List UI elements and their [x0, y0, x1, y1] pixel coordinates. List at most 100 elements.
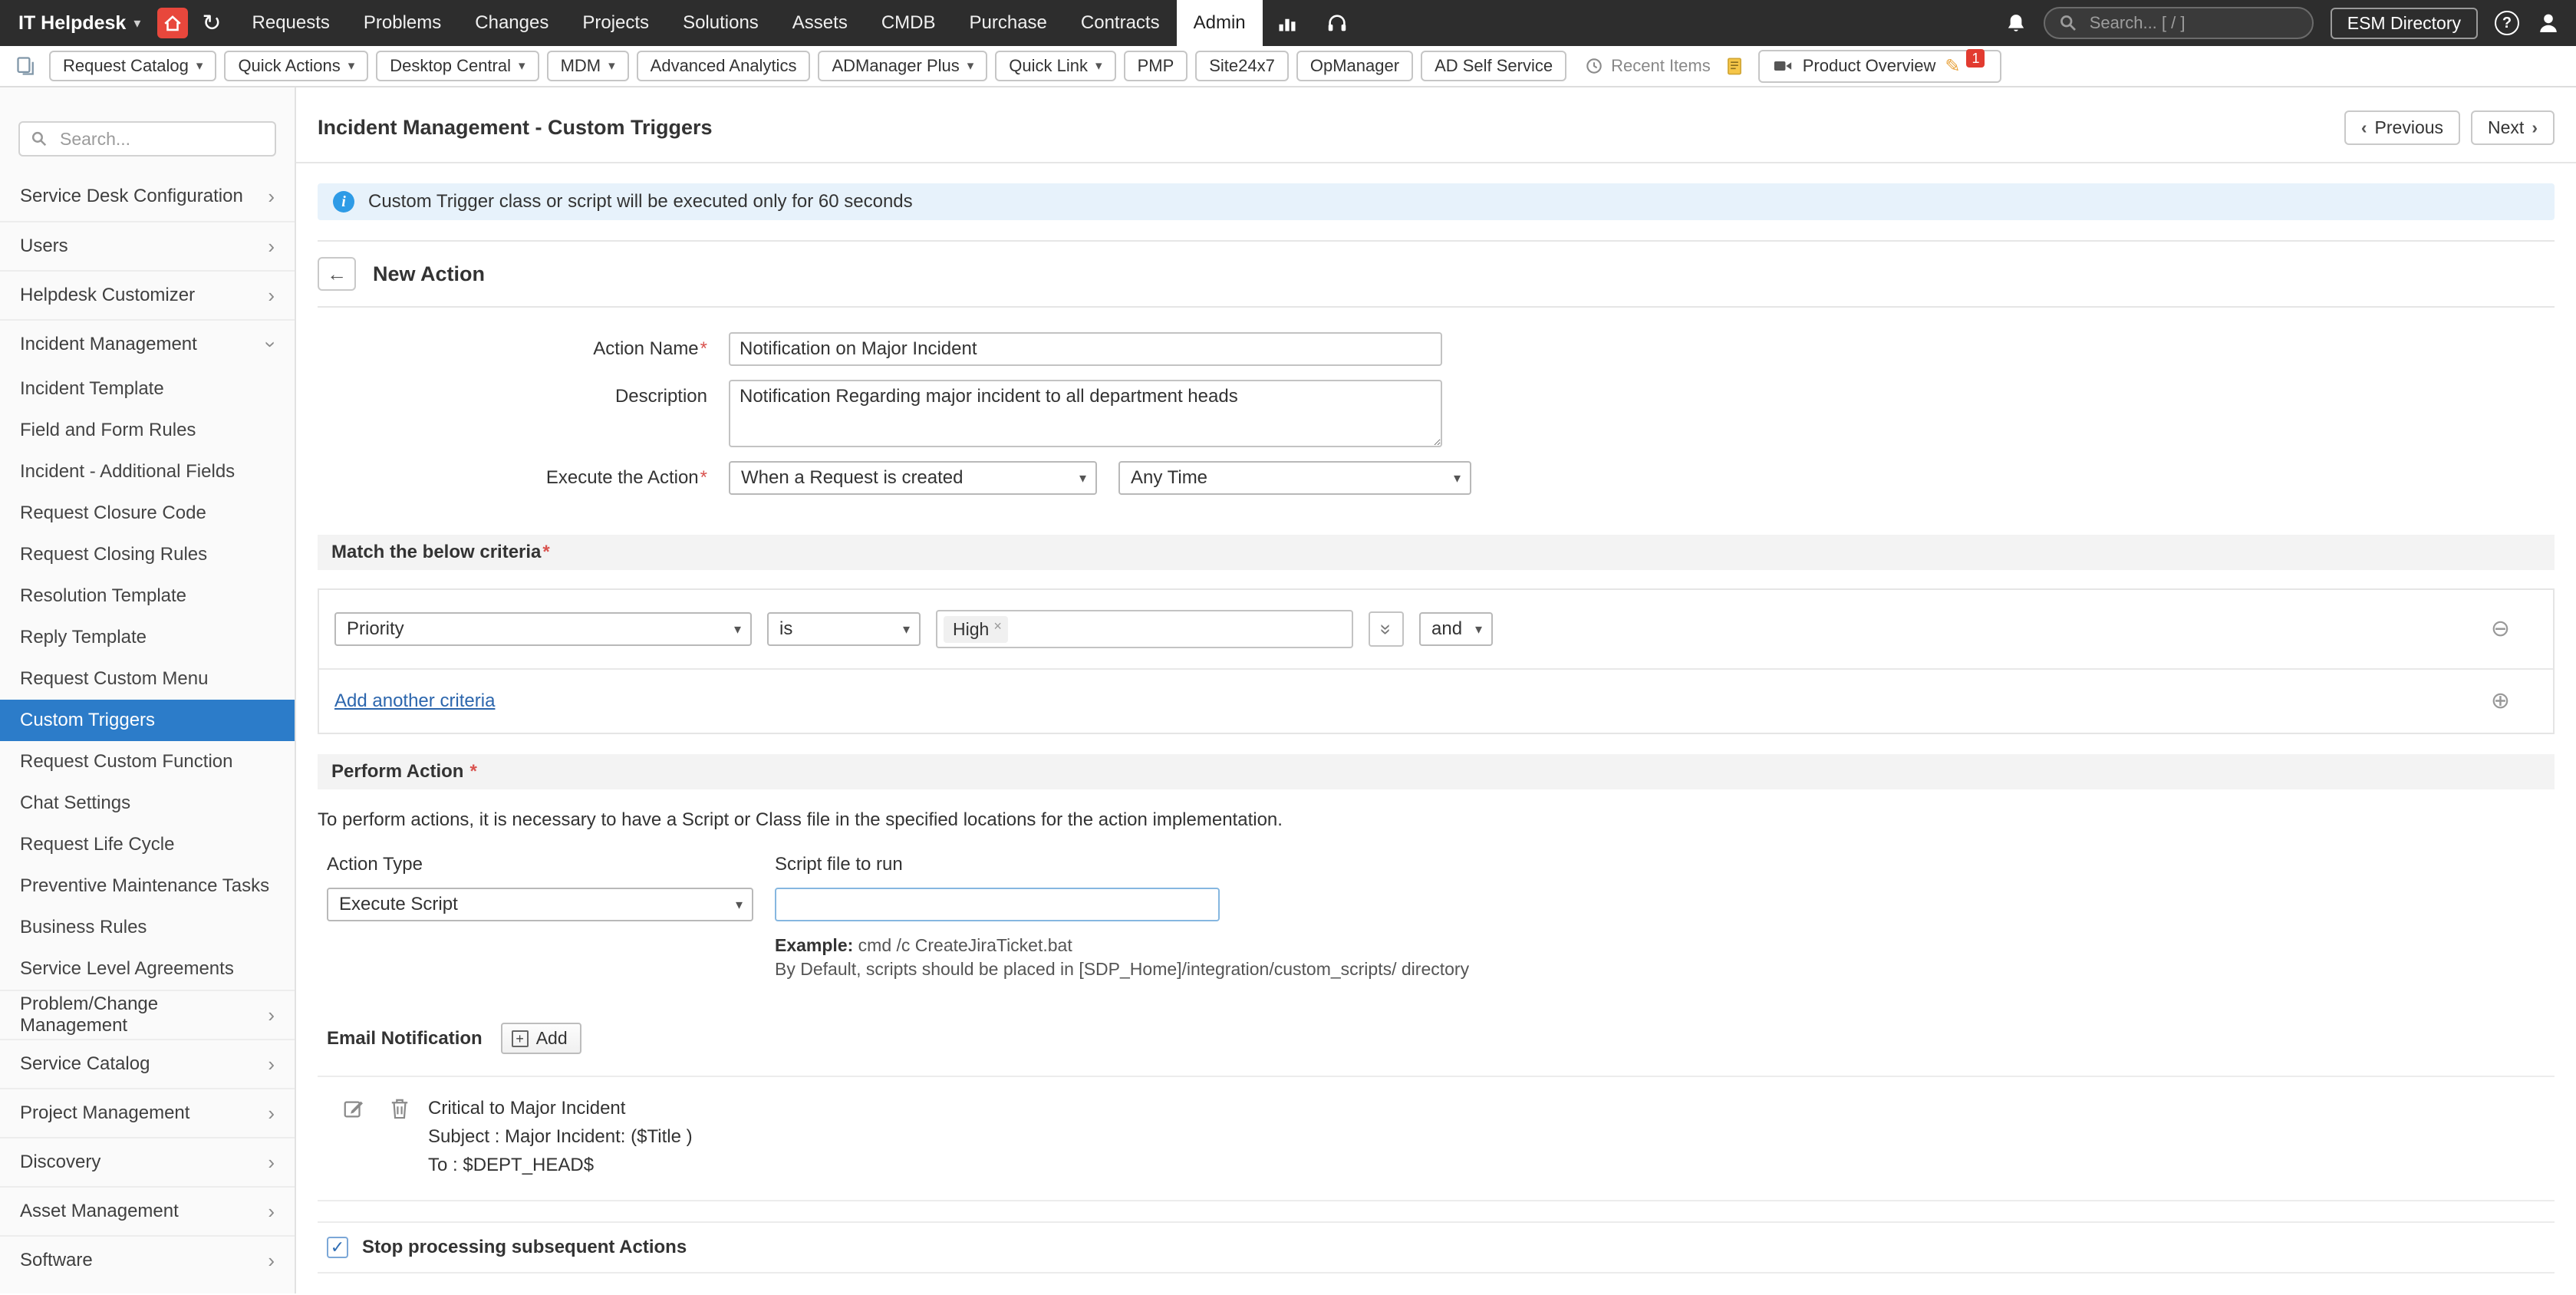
stop-processing-checkbox[interactable]: ✓: [327, 1236, 348, 1258]
sidebar-item[interactable]: Business Rules ›: [0, 907, 295, 948]
remove-tag-icon[interactable]: ×: [993, 619, 1002, 633]
criteria-operator-select[interactable]: is ▾: [767, 612, 921, 646]
sidebar-item[interactable]: Field and Form Rules ›: [0, 410, 295, 451]
sidebar-item[interactable]: Project Management ›: [0, 1088, 295, 1137]
action-name-input[interactable]: [729, 332, 1442, 366]
brand-menu[interactable]: IT Helpdesk ▾: [12, 12, 153, 35]
toolbar-button[interactable]: Site24x7 ▾: [1195, 51, 1289, 81]
sidebar-item[interactable]: Problem/Change Management ›: [0, 990, 295, 1039]
topnav-item[interactable]: Solutions: [666, 0, 776, 46]
sidebar-item[interactable]: Helpdesk Customizer ›: [0, 270, 295, 319]
sidebar-item[interactable]: Reply Template ›: [0, 617, 295, 658]
toolbar-button[interactable]: Quick Actions ▾: [224, 51, 369, 81]
previous-button[interactable]: ‹ Previous: [2344, 110, 2461, 145]
home-icon: [163, 13, 183, 33]
sidebar-item[interactable]: Chat Settings ›: [0, 783, 295, 824]
sidebar-item[interactable]: Request Life Cycle ›: [0, 824, 295, 865]
help-button[interactable]: ?: [2495, 11, 2519, 35]
chevron-right-icon: ›: [268, 1151, 275, 1174]
toolbar-button[interactable]: MDM ▾: [546, 51, 629, 81]
sidebar-item[interactable]: Request Custom Menu ›: [0, 658, 295, 700]
chevron-down-icon: ▾: [133, 15, 141, 31]
chevron-right-icon: ›: [259, 341, 283, 348]
sidebar-item[interactable]: Incident Template ›: [0, 368, 295, 410]
sidebar-item[interactable]: Resolution Template ›: [0, 575, 295, 617]
home-button[interactable]: [157, 8, 189, 38]
edit-icon[interactable]: [342, 1097, 365, 1120]
support-button[interactable]: [1312, 12, 1362, 35]
sidebar-item[interactable]: Custom Triggers ›: [0, 700, 295, 741]
toolbar-button[interactable]: OpManager ▾: [1296, 51, 1414, 81]
topnav-item[interactable]: Requests: [236, 0, 347, 46]
back-button[interactable]: ←: [318, 257, 356, 291]
chevron-right-icon: ›: [268, 1249, 275, 1272]
delete-icon[interactable]: [390, 1097, 410, 1120]
sidebar-item[interactable]: Incident - Additional Fields ›: [0, 451, 295, 493]
panel-toggle-button[interactable]: [15, 55, 37, 77]
notification-to: To : $DEPT_HEAD$: [428, 1155, 595, 1176]
chevron-right-icon: ›: [268, 1053, 275, 1076]
notifications-button[interactable]: [2005, 12, 2027, 35]
admin-sidebar: Service Desk Configuration › Users › Hel…: [0, 87, 296, 1293]
notepad-icon: [1724, 55, 1744, 77]
sidebar-item[interactable]: Service Desk Configuration ›: [0, 172, 295, 221]
sidebar-item[interactable]: Asset Management ›: [0, 1186, 295, 1235]
product-overview-button[interactable]: Product Overview ✎ 1: [1757, 49, 2002, 83]
topnav-item[interactable]: Contracts: [1064, 0, 1177, 46]
sidebar-search-input[interactable]: [57, 127, 264, 151]
pick-values-button[interactable]: »: [1369, 611, 1404, 647]
topnav-item[interactable]: Purchase: [953, 0, 1064, 46]
toolbar-button[interactable]: Request Catalog ▾: [49, 51, 217, 81]
recent-items-button[interactable]: Recent Items: [1585, 56, 1711, 76]
sidebar-item[interactable]: Discovery ›: [0, 1137, 295, 1186]
notification-subject: Subject : Major Incident: ($Title ): [428, 1126, 693, 1148]
execute-when-select[interactable]: When a Request is created ▾: [729, 461, 1097, 495]
sidebar-item[interactable]: Request Closing Rules ›: [0, 534, 295, 575]
user-avatar[interactable]: [2536, 11, 2561, 35]
toolbar-button[interactable]: Advanced Analytics ▾: [636, 51, 811, 81]
global-search-input[interactable]: [2086, 12, 2298, 35]
criteria-value-box[interactable]: High ×: [936, 610, 1353, 648]
criteria-joiner-select[interactable]: and ▾: [1419, 612, 1493, 646]
add-criteria-icon[interactable]: ⊕: [2491, 690, 2510, 713]
reports-button[interactable]: [1263, 12, 1312, 34]
sidebar-search[interactable]: [18, 121, 276, 157]
esm-directory-button[interactable]: ESM Directory: [2330, 7, 2478, 39]
description-textarea[interactable]: Notification Regarding major incident to…: [729, 380, 1442, 447]
next-button[interactable]: Next ›: [2471, 110, 2555, 145]
stop-processing-row: ✓ Stop processing subsequent Actions: [318, 1221, 2555, 1274]
sidebar-item[interactable]: Request Custom Function ›: [0, 741, 295, 783]
sidebar-item[interactable]: Incident Management ›: [0, 319, 295, 368]
toolbar-button[interactable]: Quick Link ▾: [995, 51, 1116, 81]
toolbar-button[interactable]: PMP ▾: [1123, 51, 1188, 81]
criteria-field-select[interactable]: Priority ▾: [334, 612, 752, 646]
topnav-item[interactable]: CMDB: [865, 0, 953, 46]
topnav-item[interactable]: Admin: [1176, 0, 1263, 46]
topnav-item[interactable]: Assets: [776, 0, 865, 46]
toolbar-button[interactable]: ADManager Plus ▾: [818, 51, 988, 81]
sidebar-item[interactable]: Service Level Agreements ›: [0, 948, 295, 990]
info-banner: i Custom Trigger class or script will be…: [318, 183, 2555, 220]
sidebar-item[interactable]: Service Catalog ›: [0, 1039, 295, 1088]
toolbar-button[interactable]: Desktop Central ▾: [376, 51, 539, 81]
remove-criteria-icon[interactable]: ⊖: [2491, 618, 2510, 641]
notes-button[interactable]: [1724, 55, 1744, 77]
history-button[interactable]: ↻: [202, 10, 221, 37]
sidebar-item[interactable]: Preventive Maintenance Tasks ›: [0, 865, 295, 907]
global-search[interactable]: [2043, 7, 2314, 39]
topnav-item[interactable]: Projects: [565, 0, 666, 46]
topnav-item[interactable]: Problems: [347, 0, 458, 46]
add-email-notification-button[interactable]: + Add: [500, 1023, 581, 1054]
script-file-input[interactable]: [775, 888, 1220, 921]
sidebar-item[interactable]: Users ›: [0, 221, 295, 270]
chevron-down-icon: ▾: [1079, 470, 1086, 486]
search-icon: [31, 130, 48, 147]
toolbar-button[interactable]: AD Self Service ▾: [1421, 51, 1567, 81]
sidebar-item[interactable]: Software ›: [0, 1235, 295, 1284]
add-criteria-link[interactable]: Add another criteria: [334, 690, 495, 712]
sidebar-item[interactable]: Request Closure Code ›: [0, 493, 295, 534]
action-type-select[interactable]: Execute Script ▾: [327, 888, 753, 921]
required-asterisk: *: [700, 338, 707, 359]
topnav-item[interactable]: Changes: [458, 0, 565, 46]
execute-time-select[interactable]: Any Time ▾: [1118, 461, 1471, 495]
